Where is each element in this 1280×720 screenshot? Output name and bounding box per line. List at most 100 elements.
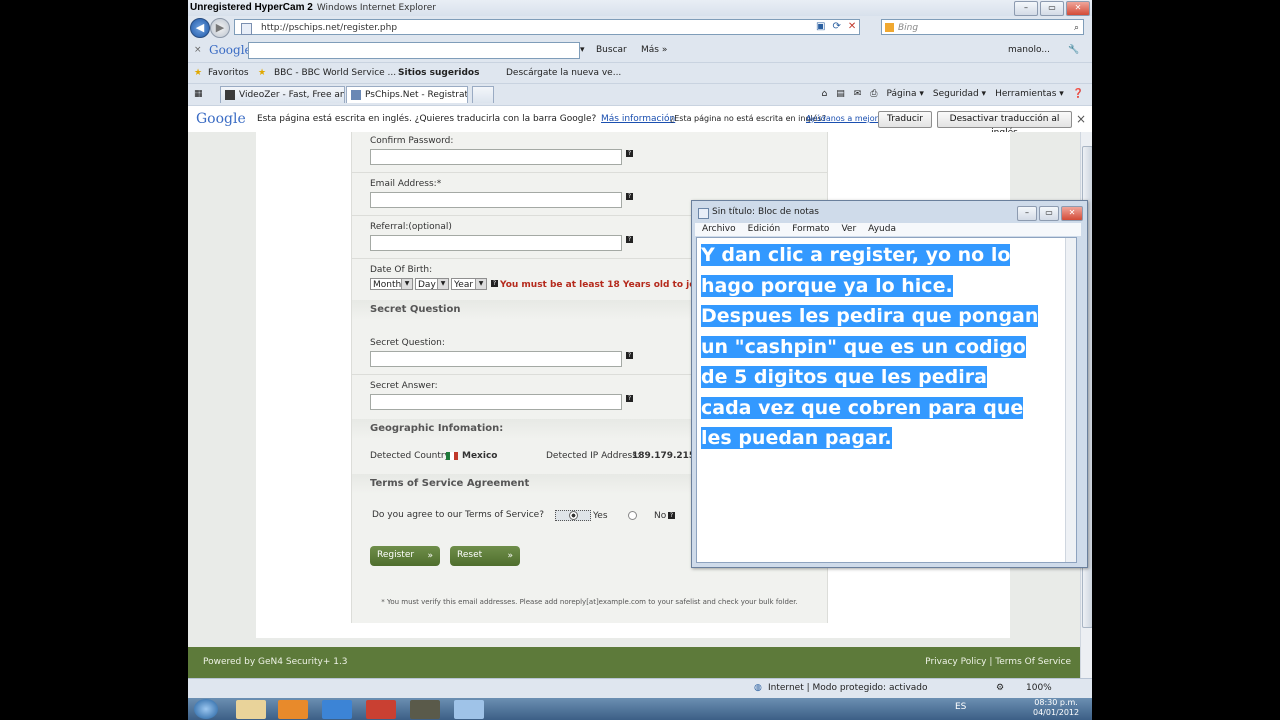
back-button[interactable]: ◀ — [190, 18, 210, 38]
protected-mode-icon[interactable]: ⚙ — [996, 679, 1004, 698]
quick-tabs-icon[interactable]: ▦ — [194, 84, 203, 104]
help-icon[interactable]: ? — [626, 352, 633, 359]
dropdown-icon[interactable]: ▾ — [580, 40, 585, 60]
print-icon[interactable]: ⎙ — [870, 84, 877, 104]
language-indicator[interactable]: ES — [955, 702, 966, 712]
ie-taskbar-icon[interactable] — [322, 700, 352, 719]
fav-item-download[interactable]: Descárgate la nueva ve... — [506, 63, 621, 83]
email-note: * You must verify this email addresses. … — [381, 598, 798, 606]
menu-archivo[interactable]: Archivo — [702, 224, 736, 234]
poker-taskbar-icon[interactable] — [366, 700, 396, 719]
help-icon[interactable]: ? — [626, 193, 633, 200]
security-menu[interactable]: Seguridad ▾ — [933, 84, 986, 104]
minimize-button[interactable]: – — [1014, 1, 1038, 16]
home-icon[interactable]: ⌂ — [822, 84, 828, 104]
fav-item-bbc[interactable]: BBC - BBC World Service ... — [274, 63, 396, 83]
refresh-icon[interactable]: ⟳ — [832, 21, 840, 32]
notepad-text-area[interactable]: Y dan clic a register, yo no lo hago por… — [696, 237, 1077, 563]
translate-button[interactable]: Traducir — [878, 111, 932, 128]
tab-bar: ▦ VideoZer - Fast, Free and R... PsChips… — [188, 83, 1092, 105]
compat-view-icon[interactable]: ▣ — [816, 21, 825, 32]
secret-question-label: Secret Question: — [370, 338, 445, 348]
more-button[interactable]: Más » — [641, 40, 667, 60]
more-info-link[interactable]: Más información — [601, 106, 675, 132]
page-icon — [241, 23, 252, 35]
fav-item-suggested[interactable]: Sitios sugeridos — [398, 63, 479, 83]
footer-links[interactable]: Privacy Policy | Terms Of Service — [925, 647, 1071, 677]
site-footer: Powered by GeN4 Security+ 1.3 Privacy Po… — [188, 647, 1080, 678]
minimize-button[interactable]: – — [1017, 206, 1037, 221]
clock[interactable]: 08:30 p.m. 04/01/2012 — [1033, 698, 1079, 718]
zone-status: Internet | Modo protegido: activado — [768, 683, 928, 693]
tools-menu-label: Herramientas — [995, 89, 1057, 99]
mail-icon[interactable]: ✉ — [854, 84, 862, 104]
confirm-password-input[interactable] — [370, 149, 622, 165]
new-tab-button[interactable] — [472, 86, 494, 103]
close-toolbar-icon[interactable]: × — [194, 40, 202, 60]
tools-menu[interactable]: Herramientas ▾ — [995, 84, 1064, 104]
day-select[interactable]: Day ▼ — [415, 278, 449, 290]
close-button[interactable]: ✕ — [1061, 206, 1083, 221]
yes-radio[interactable] — [569, 511, 578, 520]
feeds-icon[interactable]: ▤ — [836, 84, 845, 104]
powered-by: Powered by GeN4 Security+ 1.3 — [203, 657, 348, 667]
media-player-taskbar-icon[interactable] — [278, 700, 308, 719]
zoom-level[interactable]: 100% — [1026, 679, 1052, 698]
wrench-icon[interactable]: 🔧 — [1068, 40, 1079, 60]
tab-videozer[interactable]: VideoZer - Fast, Free and R... — [220, 86, 345, 103]
start-button[interactable] — [194, 699, 218, 719]
user-menu[interactable]: manolo... — [1008, 40, 1050, 60]
register-button[interactable]: Register » — [370, 546, 440, 566]
add-favorite-icon[interactable]: ★ — [258, 63, 266, 83]
help-icon[interactable]: ❓ — [1073, 84, 1084, 104]
help-icon[interactable]: ? — [668, 512, 675, 519]
stop-icon[interactable]: ✕ — [848, 21, 856, 32]
month-select[interactable]: Month ▼ — [370, 278, 413, 290]
menu-ver[interactable]: Ver — [841, 224, 856, 234]
address-input[interactable]: http://pschips.net/register.php — [234, 19, 860, 35]
detected-ip-label: Detected IP Address: — [546, 451, 640, 461]
referral-input[interactable] — [370, 235, 622, 251]
reset-label: Reset — [457, 550, 483, 560]
secret-answer-input[interactable] — [370, 394, 622, 410]
translate-message: Esta página está escrita en inglés. ¿Qui… — [257, 114, 597, 124]
notepad-taskbar-icon[interactable] — [454, 700, 484, 719]
close-button[interactable]: ✕ — [1066, 1, 1090, 16]
explorer-taskbar-icon[interactable] — [236, 700, 266, 719]
favorites-button[interactable]: Favoritos — [208, 63, 249, 83]
disable-translation-button[interactable]: Desactivar traducción al inglés — [937, 111, 1072, 138]
page-menu[interactable]: Página ▾ — [887, 84, 924, 104]
help-icon[interactable]: ? — [626, 150, 633, 157]
maximize-button[interactable]: ▭ — [1040, 1, 1064, 16]
videozer-favicon — [225, 90, 235, 100]
menu-ayuda[interactable]: Ayuda — [868, 224, 896, 234]
yes-radio-focus[interactable] — [555, 510, 591, 521]
google-search-input[interactable] — [248, 42, 580, 59]
window-title: Windows Internet Explorer — [316, 3, 436, 13]
close-icon[interactable]: × — [1076, 106, 1086, 132]
notepad-scrollbar[interactable] — [1065, 238, 1076, 562]
menu-formato[interactable]: Formato — [792, 224, 829, 234]
hypercam-taskbar-icon[interactable] — [410, 700, 440, 719]
tab-pschips[interactable]: PsChips.Net - Registrati... — [346, 86, 468, 103]
maximize-button[interactable]: ▭ — [1039, 206, 1059, 221]
no-radio[interactable] — [628, 511, 637, 520]
menu-edicion[interactable]: Edición — [748, 224, 781, 234]
google-search-button[interactable]: Buscar — [596, 40, 627, 60]
search-icon[interactable]: ⌕ — [1074, 20, 1079, 36]
forward-button[interactable]: ▶ — [210, 18, 230, 38]
reset-button[interactable]: Reset » — [450, 546, 520, 566]
help-icon[interactable]: ? — [626, 395, 633, 402]
confirm-password-label: Confirm Password: — [370, 136, 454, 146]
help-icon[interactable]: ? — [491, 280, 498, 287]
email-input[interactable] — [370, 192, 622, 208]
yes-label: Yes — [593, 511, 608, 521]
chevron-down-icon: ▼ — [437, 279, 448, 289]
year-select[interactable]: Year ▼ — [451, 278, 487, 290]
help-icon[interactable]: ? — [626, 236, 633, 243]
month-value: Month — [373, 280, 402, 290]
tab-label: VideoZer - Fast, Free and R... — [239, 90, 344, 100]
secret-question-input[interactable] — [370, 351, 622, 367]
search-input[interactable]: Bing ⌕ — [881, 19, 1084, 35]
help-link[interactable]: Ayúdanos a mejorar — [806, 106, 886, 132]
